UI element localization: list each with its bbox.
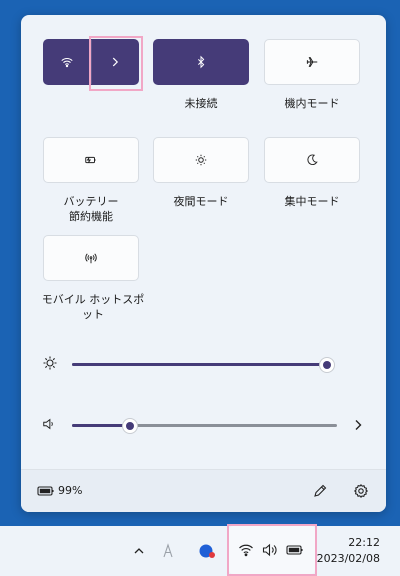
wifi-icon [61,57,73,68]
volume-thumb[interactable] [122,418,138,434]
mobile-hotspot-label: モバイル ホットスポ ット [39,292,147,322]
battery-icon [37,486,54,496]
bluetooth-icon [198,55,205,69]
bluetooth-tile[interactable] [153,39,249,85]
speaker-icon[interactable] [42,417,56,431]
battery-saver-label-line2: 節約機能 [69,210,113,223]
mobile-hotspot-label-line2: ット [82,308,104,321]
battery-percentage[interactable]: 99% [58,484,82,497]
ime-indicator-icon[interactable] [162,542,174,560]
battery-saver-tile[interactable] [43,137,139,183]
airplane-mode-label: 機内モード [284,97,340,110]
night-light-label: 夜間モード [173,195,229,208]
volume-output-chevron-icon[interactable] [352,418,364,432]
focus-label: 集中モード [284,195,340,208]
clock-time: 22:12 [348,536,380,549]
wifi-toggle[interactable] [44,40,91,84]
airplane-mode-tile[interactable] [264,39,360,85]
volume-slider[interactable] [72,418,337,434]
brightness-fill [72,363,327,366]
battery-saver-label-line1: バッテリー [63,195,119,208]
clock-date: 2023/02/08 [316,552,380,565]
chevron-up-icon[interactable] [133,545,145,557]
night-light-icon [195,154,207,166]
night-light-tile[interactable] [153,137,249,183]
brightness-icon [43,356,57,370]
focus-tile[interactable] [264,137,360,183]
brightness-slider[interactable] [72,357,335,373]
gear-icon[interactable] [353,483,369,499]
clock[interactable]: 22:12 2023/02/08 [317,535,380,567]
pencil-icon[interactable] [312,483,328,499]
airplane-icon [306,57,318,67]
moon-icon [307,154,318,166]
app-tray-icon[interactable] [198,542,216,560]
brightness-thumb[interactable] [319,357,335,373]
quick-settings-footer: 99% [21,469,386,512]
wifi-expand-highlight [89,36,143,91]
taskbar: 22:12 2023/02/08 [0,524,400,576]
mobile-hotspot-label-line1: モバイル ホットスポ [41,293,145,306]
mobile-hotspot-tile[interactable] [43,235,139,281]
tray-highlight [227,524,317,576]
battery-saver-icon [85,156,96,164]
hotspot-icon [85,253,97,264]
battery-saver-label: バッテリー 節約機能 [43,194,139,224]
bluetooth-label: 未接続 [184,97,218,110]
quick-settings-panel: 未接続 機内モード バッテリー 節約機能 夜間モード 集中モード モバイル ホッ… [21,15,386,512]
